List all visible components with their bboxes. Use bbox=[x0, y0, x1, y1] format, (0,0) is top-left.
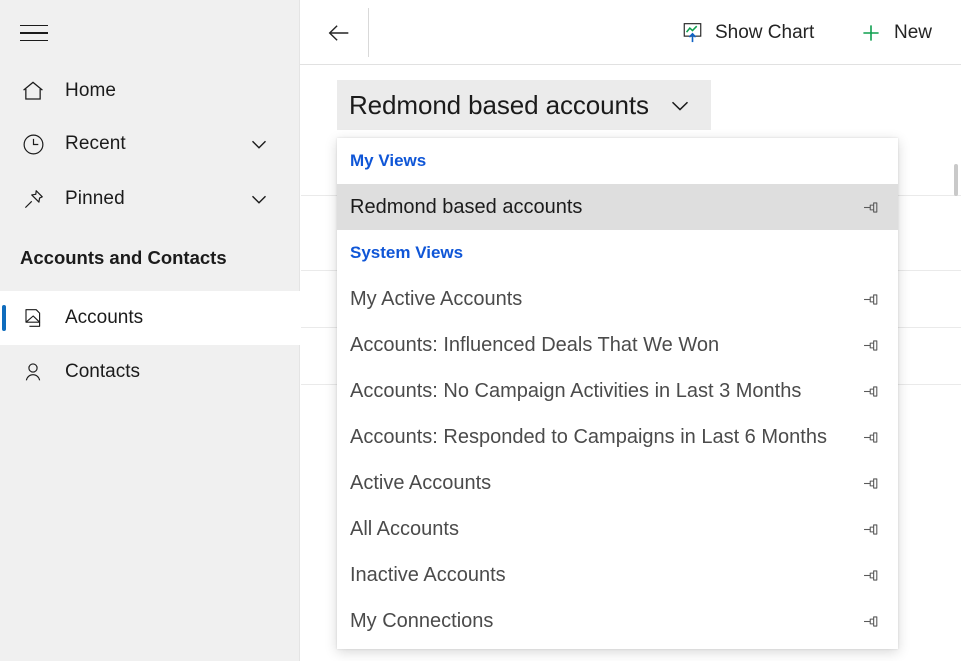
accounts-icon bbox=[18, 306, 48, 330]
sidebar-item-label: Pinned bbox=[65, 188, 125, 209]
view-option-label: All Accounts bbox=[350, 517, 459, 540]
sidebar-item-label: Contacts bbox=[65, 361, 140, 382]
view-option-label: Accounts: No Campaign Activities in Last… bbox=[350, 379, 802, 402]
sidebar-item-home[interactable]: Home bbox=[0, 67, 300, 115]
sidebar-group-label: Accounts and Contacts bbox=[20, 247, 227, 268]
sidebar-item-label: Home bbox=[65, 80, 117, 101]
sidebar-item-contacts[interactable]: Contacts bbox=[0, 345, 300, 399]
view-option-no-campaign-activities-last-3-months[interactable]: Accounts: No Campaign Activities in Last… bbox=[337, 368, 898, 414]
dropdown-group-header-system-views[interactable]: System Views bbox=[337, 230, 898, 276]
home-icon bbox=[18, 78, 48, 104]
view-option-label: My Active Accounts bbox=[350, 287, 523, 310]
view-option-all-accounts[interactable]: All Accounts bbox=[337, 506, 898, 552]
pin-icon[interactable] bbox=[858, 471, 882, 495]
pin-icon[interactable] bbox=[858, 333, 882, 357]
view-option-label: My Connections bbox=[350, 609, 494, 632]
chevron-down-icon[interactable] bbox=[246, 131, 272, 157]
view-option-label: Accounts: Responded to Campaigns in Last… bbox=[350, 425, 827, 448]
view-option-label: Redmond based accounts bbox=[350, 195, 583, 218]
pin-icon[interactable] bbox=[858, 609, 882, 633]
clock-icon bbox=[18, 132, 48, 157]
view-selector-dropdown: My Views Redmond based accounts System V… bbox=[337, 138, 898, 649]
sidebar-item-label: Accounts bbox=[65, 307, 144, 328]
view-option-inactive-accounts[interactable]: Inactive Accounts bbox=[337, 552, 898, 598]
sidebar-item-label: Recent bbox=[65, 133, 126, 154]
show-chart-icon bbox=[680, 21, 704, 45]
view-selector-button[interactable]: Redmond based accounts bbox=[337, 80, 711, 130]
command-bar: Show Chart New Delete bbox=[300, 0, 961, 65]
view-option-active-accounts[interactable]: Active Accounts bbox=[337, 460, 898, 506]
sidebar-item-accounts[interactable]: Accounts bbox=[0, 291, 300, 345]
sidebar-item-pinned[interactable]: Pinned bbox=[0, 175, 300, 223]
view-selector-label: Redmond based accounts bbox=[349, 89, 649, 120]
pin-icon[interactable] bbox=[858, 379, 882, 403]
sidebar: Home Recent Pinned Accounts and Contacts… bbox=[0, 0, 300, 661]
selection-indicator bbox=[2, 305, 6, 331]
new-label: New bbox=[894, 21, 933, 43]
pin-icon bbox=[18, 187, 48, 212]
dropdown-group-header-my-views[interactable]: My Views bbox=[337, 138, 898, 184]
grid-vertical-scrollbar[interactable] bbox=[954, 164, 958, 196]
view-option-influenced-deals-that-we-won[interactable]: Accounts: Influenced Deals That We Won bbox=[337, 322, 898, 368]
chevron-down-icon bbox=[665, 90, 695, 120]
view-option-responded-to-campaigns-last-6-months[interactable]: Accounts: Responded to Campaigns in Last… bbox=[337, 414, 898, 460]
pin-icon[interactable] bbox=[858, 287, 882, 311]
app-root: Home Recent Pinned Accounts and Contacts… bbox=[0, 0, 961, 661]
sidebar-item-recent[interactable]: Recent bbox=[0, 120, 300, 168]
view-option-label: Accounts: Influenced Deals That We Won bbox=[350, 333, 720, 356]
pin-icon[interactable] bbox=[858, 425, 882, 449]
view-option-redmond-based-accounts[interactable]: Redmond based accounts bbox=[337, 184, 898, 230]
contact-icon bbox=[18, 360, 48, 384]
view-option-label: Active Accounts bbox=[350, 471, 492, 494]
chevron-down-icon[interactable] bbox=[246, 186, 272, 212]
plus-icon bbox=[859, 21, 883, 45]
view-option-my-active-accounts[interactable]: My Active Accounts bbox=[337, 276, 898, 322]
command-bar-divider bbox=[368, 8, 369, 57]
show-chart-button[interactable]: Show Chart bbox=[680, 10, 814, 55]
new-button[interactable]: New bbox=[859, 10, 932, 55]
back-button[interactable] bbox=[316, 10, 362, 55]
view-option-my-connections[interactable]: My Connections bbox=[337, 598, 898, 644]
hamburger-icon[interactable] bbox=[20, 20, 50, 46]
pin-icon[interactable] bbox=[858, 563, 882, 587]
show-chart-label: Show Chart bbox=[715, 21, 815, 43]
view-option-label: Inactive Accounts bbox=[350, 563, 506, 586]
pin-icon[interactable] bbox=[858, 195, 882, 219]
pin-icon[interactable] bbox=[858, 517, 882, 541]
